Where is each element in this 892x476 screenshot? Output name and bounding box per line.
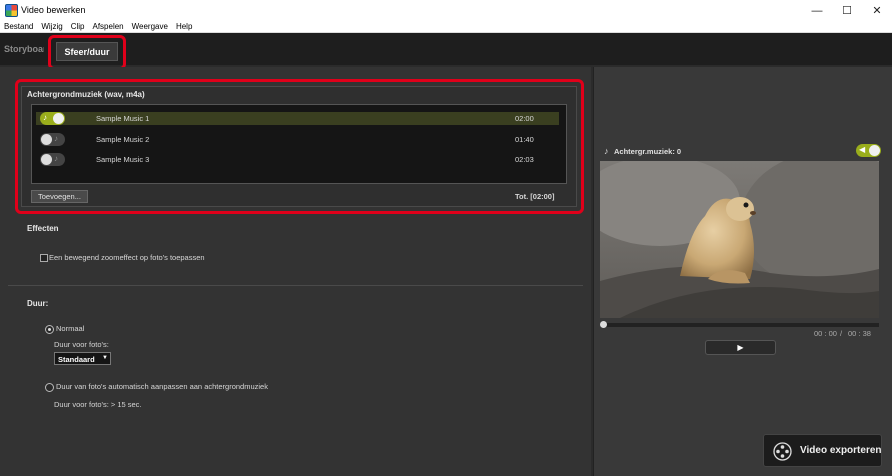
toggle-knob [869,145,880,156]
window-title: Video bewerken [21,5,86,15]
prairie-dog-photo [600,161,879,318]
duration-normal-label: Normaal [56,324,85,333]
play-icon: ▶ [737,343,744,352]
menu-clip[interactable]: Clip [67,21,89,32]
seek-track[interactable] [603,323,879,327]
track-name: Sample Music 1 [96,114,150,123]
tab-sfeer-duur[interactable]: Sfeer/duur [56,42,118,61]
menu-weergave[interactable]: Weergave [128,21,172,32]
seek-handle[interactable] [600,321,607,328]
film-reel-icon [773,442,792,461]
effects-title: Effecten [27,224,59,233]
music-note-icon: ♪ [43,113,47,122]
tab-strip [0,33,892,65]
maximize-button[interactable]: ☐ [832,0,862,21]
music-track-row[interactable]: ♪ Sample Music 3 02:03 [36,153,559,166]
chevron-down-icon: ▼ [102,355,108,361]
menu-help[interactable]: Help [172,21,196,32]
close-button[interactable]: ✕ [862,0,892,21]
divider [8,285,583,286]
preview-music-label: Achtergr.muziek: 0 [614,147,682,156]
track-duration: 01:40 [515,135,534,144]
duration-auto-radio[interactable] [45,383,54,392]
speaker-icon: ◀ [859,145,866,154]
total-time: 00 : 38 [848,329,871,338]
play-button[interactable]: ▶ [705,340,776,355]
music-track-row[interactable]: ♪ Sample Music 2 01:40 [36,133,559,146]
zoom-effect-checkbox[interactable] [40,254,48,262]
photo-duration-label: Duur voor foto's: [54,340,109,349]
track-name: Sample Music 2 [96,135,150,144]
video-preview [600,161,879,318]
track-name: Sample Music 3 [96,155,150,164]
preview-music-toggle[interactable]: ◀ [856,144,881,157]
track-duration: 02:03 [515,155,534,164]
track-duration: 02:00 [515,114,534,123]
music-note-icon: ♪ [604,146,609,156]
photo-duration-select[interactable]: Standaard ▼ [54,352,111,365]
current-time: 00 : 00 [814,329,837,338]
menu-afspelen[interactable]: Afspelen [88,21,127,32]
track-enable-toggle[interactable]: ♪ [40,133,65,146]
toggle-knob [41,154,52,165]
duration-normal-radio[interactable] [45,325,54,334]
minimize-button[interactable]: — [802,0,832,21]
export-video-button[interactable]: Video exporteren [763,434,882,467]
tab-storyboard[interactable]: Storyboard [4,44,44,54]
track-enable-toggle[interactable]: ♪ [40,153,65,166]
toggle-knob [53,113,64,124]
photo-duration-value: Standaard [58,355,95,364]
muted-note-icon: ♪ [54,134,58,143]
add-music-button[interactable]: Toevoegen... [31,190,88,203]
duration-auto-label: Duur van foto's automatisch aanpassen aa… [56,382,268,391]
title-bar: Video bewerken — ☐ ✕ [0,0,892,21]
music-total-duration: Tot. [02:00] [515,192,555,201]
time-separator: / [840,329,843,338]
duration-title: Duur: [27,299,49,308]
export-label: Video exporteren [800,445,882,456]
app-icon [5,4,18,17]
zoom-effect-label: Een bewegend zoomeffect op foto's toepas… [49,253,205,262]
track-enable-toggle[interactable]: ♪ [40,112,65,125]
duration-auto-note: Duur voor foto's: > 15 sec. [54,400,142,409]
menu-wijzig[interactable]: Wijzig [37,21,66,32]
muted-note-icon: ♪ [54,154,58,163]
music-track-row[interactable]: ♪ Sample Music 1 02:00 [36,112,559,125]
music-section-title: Achtergrondmuziek (wav, m4a) [27,90,145,99]
menu-bar: Bestand Wijzig Clip Afspelen Weergave He… [0,21,892,33]
menu-bestand[interactable]: Bestand [0,21,37,32]
toggle-knob [41,134,52,145]
